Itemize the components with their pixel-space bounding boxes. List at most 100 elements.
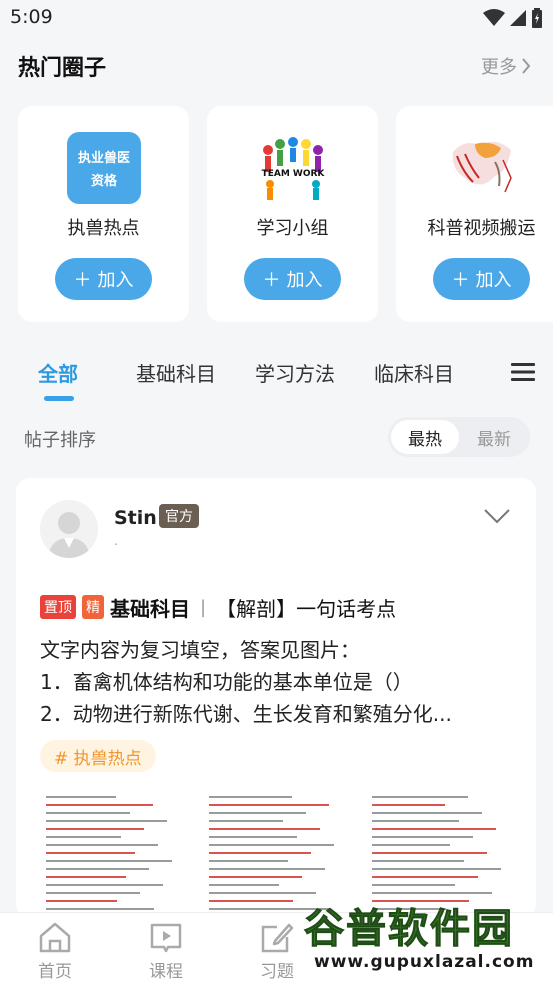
image-text-line: [372, 804, 445, 806]
image-text-line: [46, 868, 149, 870]
image-text-line: [372, 812, 482, 814]
circle-name: 科普视频搬运: [427, 218, 536, 239]
image-text-line: [372, 796, 468, 798]
image-text-line: [209, 884, 279, 886]
image-text-line: [46, 876, 126, 878]
tab-study-methods[interactable]: 学习方法: [255, 358, 335, 387]
image-text-line: [209, 852, 311, 854]
tab-all[interactable]: 全部: [38, 358, 78, 387]
circle-name: 执兽热点: [67, 218, 140, 239]
post-body-line: 2．动物进行新陈代谢、生长发育和繁殖分化...: [40, 702, 452, 726]
default-user-icon: [40, 500, 98, 558]
join-button[interactable]: ＋ 加入: [244, 258, 341, 300]
image-text-line: [209, 876, 302, 878]
join-label: 加入: [97, 270, 134, 291]
chevron-down-icon[interactable]: [484, 508, 510, 524]
section-title: 热门圈子: [18, 56, 107, 81]
author-name[interactable]: Stin: [114, 507, 157, 529]
image-text-line: [372, 820, 459, 822]
image-text-line: [46, 908, 154, 910]
circle-name: 学习小组: [256, 218, 329, 239]
image-text-line: [372, 828, 496, 830]
more-label: 更多: [481, 57, 517, 78]
avatar-text: 资格: [90, 174, 117, 189]
author-subtext: .: [114, 534, 118, 548]
join-button[interactable]: ＋ 加入: [55, 258, 152, 300]
nav-home[interactable]: 首页: [15, 919, 95, 982]
menu-icon[interactable]: [511, 362, 535, 382]
image-text-line: [372, 884, 455, 886]
watermark-url: www.gupuxlazal.com: [314, 952, 535, 972]
image-text-line: [46, 860, 172, 862]
official-badge: 官方: [159, 504, 199, 528]
image-text-line: [46, 820, 167, 822]
circle-avatar: 执业兽医 资格: [67, 132, 141, 204]
image-text-line: [46, 804, 153, 806]
author-avatar[interactable]: [40, 500, 98, 558]
circle-card[interactable]: 执业兽医 资格 执兽热点 ＋ 加入: [18, 106, 189, 322]
nav-courses[interactable]: 课程: [126, 919, 206, 982]
image-text-line: [372, 836, 473, 838]
hot-circles-header: 热门圈子 更多: [0, 36, 553, 96]
signal-icon: [510, 10, 526, 26]
elite-tag: 精: [82, 595, 104, 619]
battery-icon: [532, 8, 542, 28]
topic-tag[interactable]: # 执兽热点: [40, 740, 156, 772]
image-text-line: [209, 900, 293, 902]
nav-label: 课程: [149, 962, 183, 982]
status-time: 5:09: [10, 6, 53, 28]
post-title-row[interactable]: 置顶 精 基础科目 | 【解剖】一句话考点: [40, 592, 520, 622]
tab-clinical-subjects[interactable]: 临床科目: [374, 358, 454, 387]
teamwork-illustration: TEAM WORK: [262, 137, 325, 200]
status-icons: [483, 8, 543, 28]
image-text-line: [209, 868, 325, 870]
tab-fade: [466, 354, 506, 394]
edit-icon: [261, 923, 294, 953]
circle-card[interactable]: 科普视频搬运 ＋ 加入: [396, 106, 553, 322]
chevron-right-icon: [522, 58, 531, 74]
plus-icon: ＋: [451, 270, 470, 291]
nav-label: 首页: [38, 962, 72, 982]
play-book-icon: [150, 923, 182, 953]
image-text-line: [46, 892, 140, 894]
status-bar: 5:09: [0, 0, 553, 36]
image-text-line: [372, 852, 487, 854]
image-text-line: [209, 836, 297, 838]
sort-hottest-option[interactable]: 最热: [391, 420, 459, 454]
anatomy-illustration: [452, 141, 512, 193]
post-image[interactable]: [40, 788, 190, 918]
post-body-line: 文字内容为复习填空，答案见图片：: [40, 638, 360, 662]
circles-carousel[interactable]: 执业兽医 资格 执兽热点 ＋ 加入 TEAM WORK 学习小组 ＋ 加入 科普…: [18, 106, 553, 324]
active-tab-indicator: [44, 396, 74, 401]
image-text-line: [209, 860, 288, 862]
post-body-line: 1．畜禽机体结构和功能的基本单位是（）: [40, 670, 413, 694]
image-text-line: [372, 876, 478, 878]
circle-avatar: TEAM WORK: [256, 132, 330, 204]
home-icon: [39, 922, 71, 953]
post-sort-bar: 帖子排序 最热 最新: [0, 412, 553, 462]
plus-icon: ＋: [73, 270, 92, 291]
more-link[interactable]: 更多: [481, 53, 531, 79]
join-label: 加入: [286, 270, 323, 291]
circle-avatar: [445, 132, 519, 204]
post-card[interactable]: Stin 官方 . 置顶 精 基础科目 | 【解剖】一句话考点 文字内容为复习填…: [16, 478, 536, 918]
image-text-line: [46, 900, 117, 902]
sort-newest-option[interactable]: 最新: [460, 420, 528, 454]
image-text-line: [372, 844, 450, 846]
circle-card[interactable]: TEAM WORK 学习小组 ＋ 加入: [207, 106, 378, 322]
post-title: 【解剖】一句话考点: [216, 596, 397, 621]
sort-toggle: 最热 最新: [388, 417, 530, 457]
tab-basic-subjects[interactable]: 基础科目: [136, 358, 216, 387]
image-text-line: [46, 836, 121, 838]
post-body[interactable]: 文字内容为复习填空，答案见图片： 1．畜禽机体结构和功能的基本单位是（） 2．动…: [40, 634, 518, 730]
post-category: 基础科目: [110, 596, 190, 621]
watermark-logo: 谷普软件园 www.gupuxlazal.com: [300, 888, 553, 984]
join-button[interactable]: ＋ 加入: [433, 258, 530, 300]
category-tabs: 全部 基础科目 学习方法 临床科目: [0, 344, 553, 404]
plus-icon: ＋: [262, 270, 281, 291]
wifi-icon: [483, 9, 505, 26]
image-text-line: [372, 868, 501, 870]
image-text-line: [46, 844, 158, 846]
image-text-line: [209, 796, 292, 798]
image-text-line: [209, 812, 306, 814]
